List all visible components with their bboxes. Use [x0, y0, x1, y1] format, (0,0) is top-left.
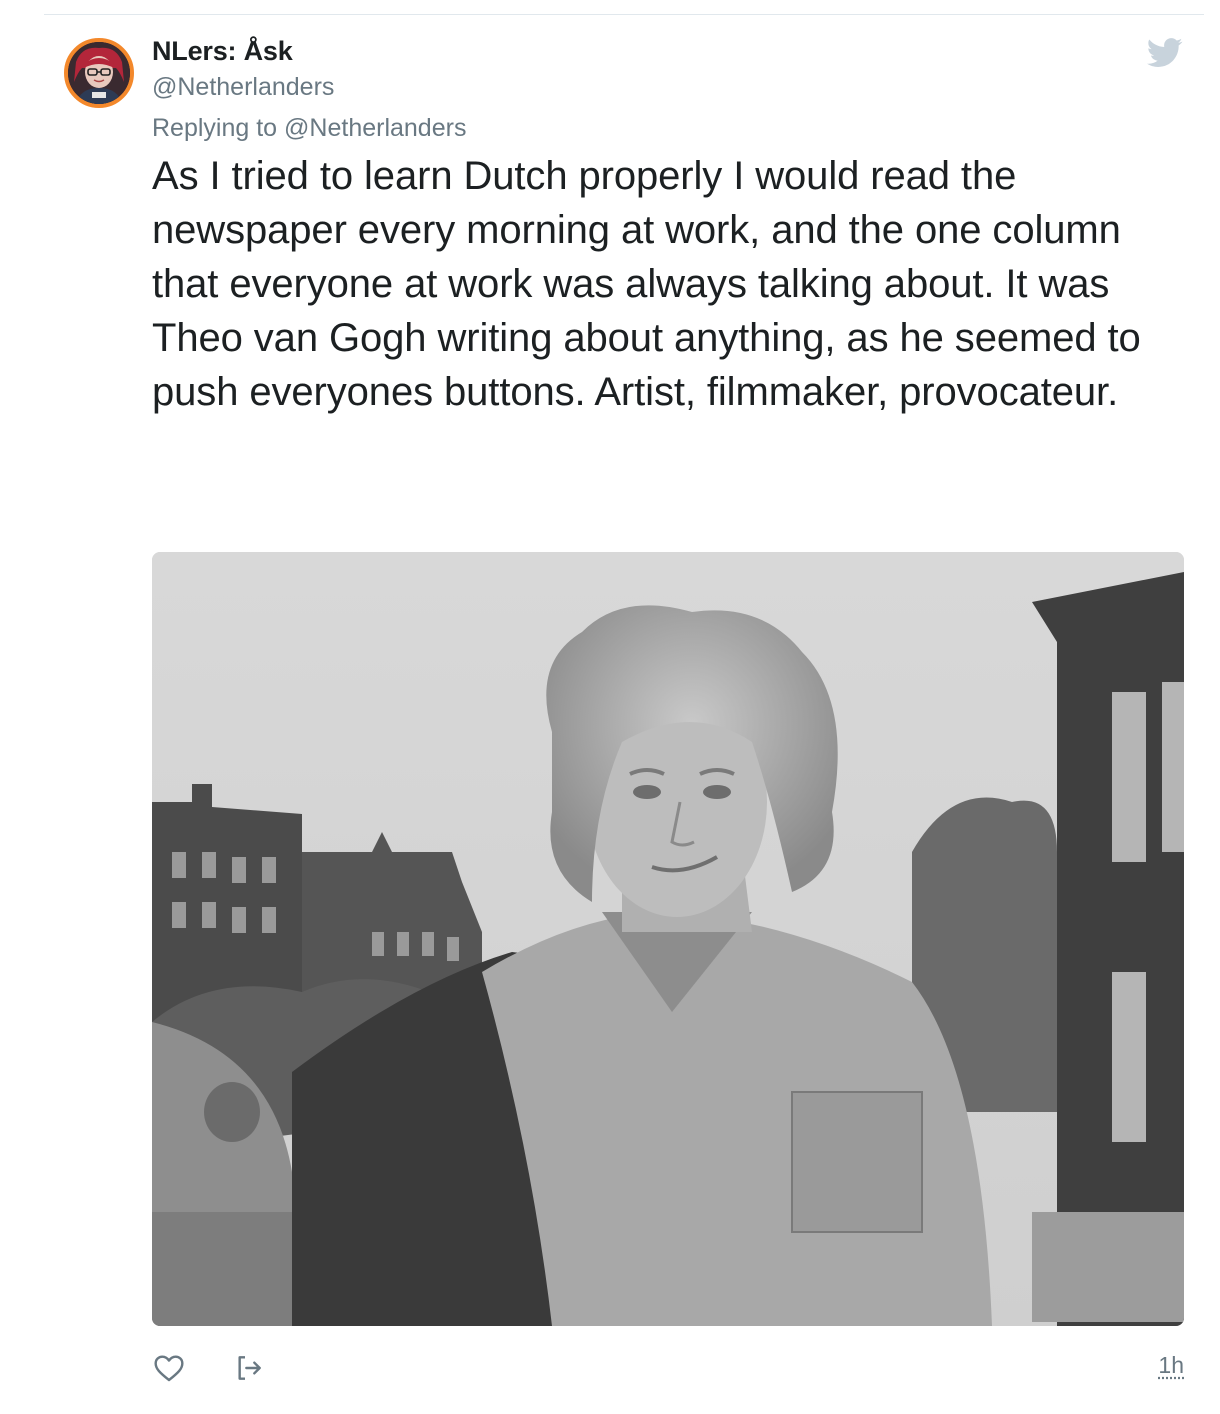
heart-icon[interactable]: [152, 1352, 186, 1384]
twitter-bird-icon[interactable]: [1147, 38, 1183, 68]
reply-context: Replying to @Netherlanders: [152, 114, 466, 143]
tweet-actions: 1h: [152, 1350, 1184, 1386]
tweet-timestamp-link[interactable]: 1h: [1158, 1352, 1184, 1379]
photo-black-and-white-portrait: [152, 552, 1184, 1326]
embedded-tweet: NLers: Åsk @Netherlanders Replying to @N…: [0, 0, 1220, 1414]
reply-prefix: Replying to: [152, 114, 285, 142]
reply-to-handle-link[interactable]: @Netherlanders: [284, 114, 466, 142]
author-display-name[interactable]: NLers: Åsk: [152, 36, 293, 67]
avatar[interactable]: [64, 38, 134, 108]
share-icon[interactable]: [232, 1352, 266, 1384]
avatar-image: [68, 42, 130, 104]
author-handle[interactable]: @Netherlanders: [152, 73, 334, 102]
tweet-photo[interactable]: [152, 552, 1184, 1326]
tweet-text: As I tried to learn Dutch properly I wou…: [152, 154, 1141, 414]
